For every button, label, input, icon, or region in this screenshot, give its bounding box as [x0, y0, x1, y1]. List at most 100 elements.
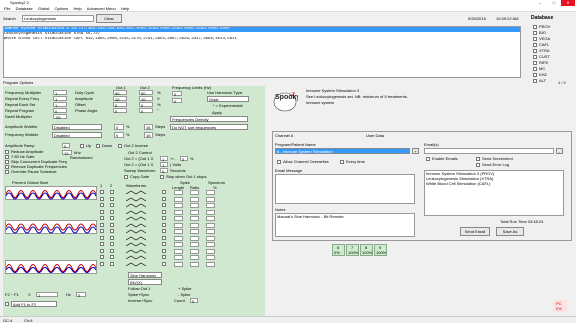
- ramp-input[interactable]: 0: [62, 143, 70, 149]
- program-row-input[interactable]: .05: [53, 114, 67, 120]
- amp-wobble-pct[interactable]: 0: [114, 124, 124, 130]
- spectrum-input[interactable]: [206, 229, 215, 234]
- database-checkbox[interactable]: [533, 25, 537, 29]
- menu-help[interactable]: Help: [73, 6, 81, 12]
- waveform-col2-checkbox[interactable]: [110, 203, 114, 207]
- spectrum-input[interactable]: [206, 196, 215, 202]
- out1-input[interactable]: 0: [113, 108, 127, 114]
- spike-checkbox[interactable]: [162, 255, 166, 259]
- out2-input[interactable]: 50: [139, 90, 153, 96]
- notes-input[interactable]: Manual's Sine Harmonic - Bit Remote: [275, 213, 415, 237]
- out1-input[interactable]: 50: [113, 90, 127, 96]
- out2-inverse-checkbox[interactable]: [118, 144, 122, 148]
- freq-wobble-pct[interactable]: 0: [114, 132, 124, 138]
- spike-ratio-input[interactable]: [190, 222, 199, 228]
- spike-length-input[interactable]: [174, 242, 183, 247]
- menu-options[interactable]: Options: [55, 6, 69, 12]
- spike-checkbox[interactable]: [162, 248, 166, 253]
- program-list[interactable]: Immune System Stimulation 3 (PROV) Leukoc…: [424, 170, 564, 216]
- database-checkbox[interactable]: [533, 49, 537, 53]
- option-checkbox[interactable]: [5, 170, 9, 174]
- add-f1-dropdown[interactable]: Add F1 to F2: [11, 301, 57, 307]
- channel-tile[interactable]: 7 100%: [346, 244, 359, 256]
- option-checkbox[interactable]: [5, 155, 9, 159]
- freq-wobble-dropdown[interactable]: Disabled: [52, 132, 102, 138]
- waveform-col2-checkbox[interactable]: [110, 222, 114, 227]
- spike-length-input[interactable]: [174, 255, 183, 260]
- option-checkbox[interactable]: [5, 150, 9, 154]
- apply-dropdown-2[interactable]: Do NOT sort frequencies: [170, 124, 248, 130]
- spectrum-input[interactable]: [206, 235, 215, 241]
- menu-database[interactable]: Database: [16, 6, 33, 12]
- spike-checkbox[interactable]: [162, 196, 166, 201]
- spike-checkbox[interactable]: [162, 209, 166, 214]
- database-checkbox[interactable]: [533, 61, 537, 65]
- send-error-log-checkbox[interactable]: [476, 163, 480, 167]
- out2-row2-input[interactable]: 1: [160, 162, 168, 168]
- out1-input[interactable]: 0: [113, 102, 127, 108]
- database-checkbox[interactable]: [533, 67, 537, 71]
- program-row-input[interactable]: 0: [53, 108, 67, 114]
- waveform-col1-checkbox[interactable]: [100, 242, 104, 246]
- waveform-col1-checkbox[interactable]: [100, 255, 104, 259]
- add-program-button[interactable]: +: [412, 148, 419, 154]
- spike-checkbox[interactable]: [162, 222, 166, 227]
- spike-checkbox[interactable]: [162, 242, 166, 246]
- spike-ratio-input[interactable]: [190, 196, 199, 202]
- allow-overwrite-checkbox[interactable]: [277, 160, 281, 164]
- results-list[interactable]: Immune System Stimulation 3 20,727,304,4…: [3, 26, 521, 78]
- channel-tile[interactable]: 9 100%: [374, 244, 387, 256]
- database-checkbox[interactable]: [533, 73, 537, 77]
- waveform-col2-checkbox[interactable]: [110, 190, 114, 194]
- search-input[interactable]: Leukocytogenesis: [22, 15, 94, 22]
- result-row[interactable]: White Blood Cell Stimulation CAFL 632,18…: [4, 37, 520, 42]
- down-checkbox[interactable]: [96, 144, 100, 148]
- amp-wobble-dropdown[interactable]: Disabled: [52, 124, 102, 130]
- waveform-col1-checkbox[interactable]: [100, 190, 104, 194]
- spike-checkbox[interactable]: [162, 235, 166, 240]
- program-name-dropdown[interactable]: 6 - Immune System Stimulation: [275, 148, 410, 154]
- waveform-col2-checkbox[interactable]: [110, 209, 114, 214]
- waveform-col2-checkbox[interactable]: [110, 242, 114, 246]
- spike-ratio-input[interactable]: [190, 216, 199, 221]
- option-checkbox[interactable]: [5, 160, 9, 164]
- spike-checkbox[interactable]: [162, 190, 166, 194]
- menu-global[interactable]: Global: [38, 6, 50, 12]
- waveform-col2-checkbox[interactable]: [110, 216, 114, 220]
- spike-length-input[interactable]: [174, 203, 183, 208]
- database-checkbox[interactable]: [533, 79, 537, 83]
- email-message-input[interactable]: [275, 174, 415, 204]
- channel-tile[interactable]: 8 100%: [360, 244, 373, 256]
- spike-length-input[interactable]: [174, 190, 183, 195]
- menu-advanced[interactable]: Advanced Menu: [87, 6, 116, 12]
- spike-ratio-input[interactable]: [190, 209, 199, 215]
- waveform-col2-checkbox[interactable]: [110, 229, 114, 233]
- spike-length-input[interactable]: [174, 216, 183, 221]
- spectrum-input[interactable]: [206, 190, 215, 195]
- waveform-col1-checkbox[interactable]: [100, 203, 104, 207]
- spike-ratio-input[interactable]: [190, 203, 199, 208]
- waveform-col1-checkbox[interactable]: [100, 235, 104, 240]
- add-f1-checkbox[interactable]: [5, 302, 9, 306]
- spike-ratio-input[interactable]: [190, 255, 199, 260]
- spike-ratio-input[interactable]: [190, 235, 199, 241]
- program-row-input[interactable]: 1: [53, 90, 67, 96]
- program-row-input[interactable]: 1: [53, 102, 67, 108]
- waveform-col2-checkbox[interactable]: [110, 248, 114, 253]
- out2-input[interactable]: 0: [139, 102, 153, 108]
- database-checkbox[interactable]: [533, 31, 537, 35]
- database-checkbox[interactable]: [533, 55, 537, 59]
- program-list-item[interactable]: White Blood Cell Stimulation (CAFL): [426, 181, 490, 186]
- spectrum-input[interactable]: [206, 222, 215, 228]
- waveform-col1-checkbox[interactable]: [100, 209, 104, 214]
- spike-checkbox[interactable]: [162, 261, 166, 266]
- save-as-button[interactable]: Save As: [496, 227, 524, 236]
- spike-ratio-input[interactable]: [190, 261, 199, 267]
- spike-length-input[interactable]: [174, 209, 183, 215]
- spectrum-input[interactable]: [206, 209, 215, 215]
- out2-row1-input2[interactable]: 0: [180, 156, 188, 162]
- spike-checkbox[interactable]: [162, 216, 166, 220]
- database-checkbox[interactable]: [533, 37, 537, 41]
- f2f1-input[interactable]: 1: [36, 292, 58, 298]
- harmonic-dropdown[interactable]: Octal: [207, 96, 249, 102]
